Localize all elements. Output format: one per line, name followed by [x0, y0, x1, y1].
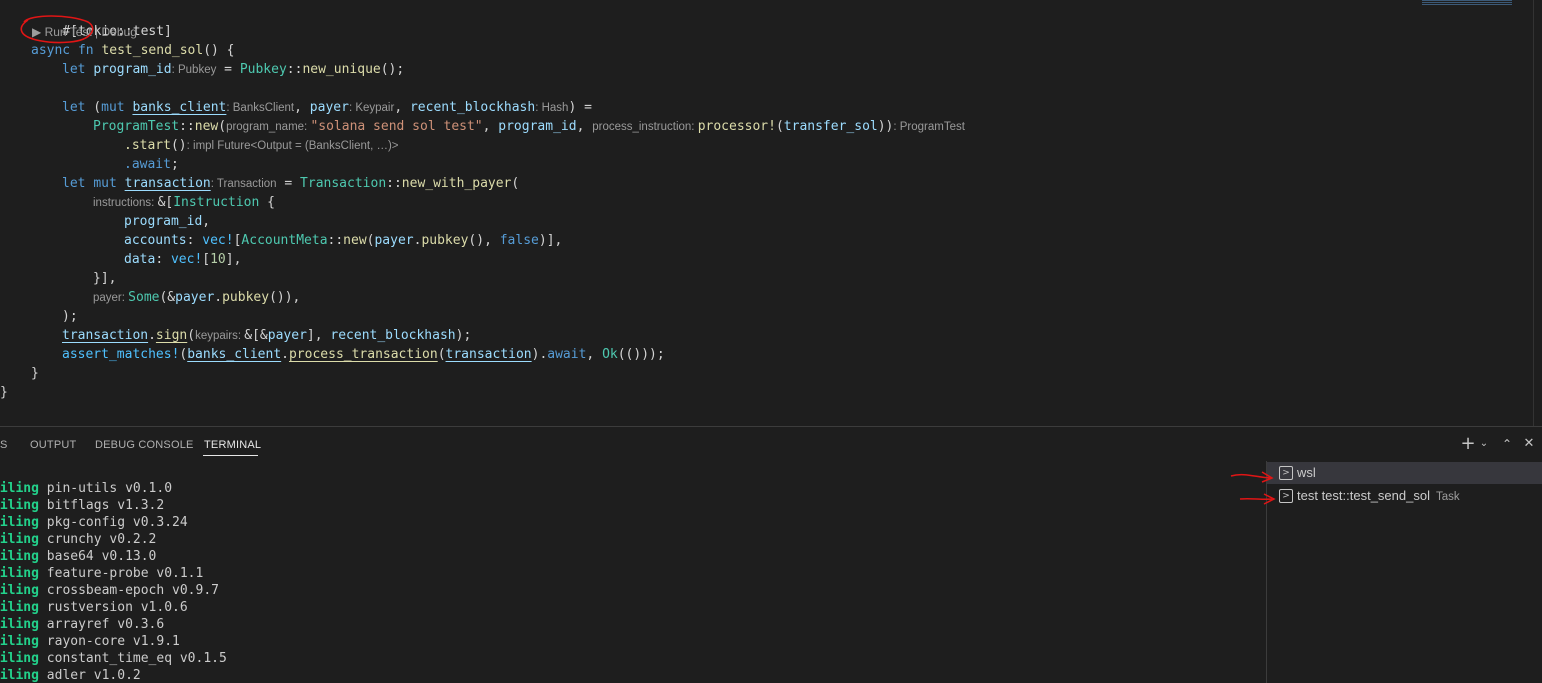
code-line: let program_id: Pubkey = Pubkey::new_uni…	[62, 62, 405, 77]
terminal-item-wsl[interactable]: > wsl	[1267, 462, 1542, 484]
terminal-item-desc: Task	[1435, 491, 1460, 503]
terminal-icon: >	[1279, 466, 1293, 480]
terminal-item-label: wsl	[1297, 465, 1316, 480]
code-line: program_id,	[124, 214, 211, 229]
editor-ruler	[1533, 0, 1534, 426]
panel-tabs: S OUTPUT DEBUG CONSOLE TERMINAL + ⌄ ⌃ ✕	[0, 427, 1542, 463]
code-line: data: vec![10],	[124, 252, 242, 267]
code-line: let mut transaction: Transaction = Trans…	[62, 176, 520, 191]
terminal-list: > wsl > test test::test_send_sol Task	[1266, 461, 1542, 683]
tab-terminal[interactable]: TERMINAL	[204, 439, 261, 451]
chevron-up-icon[interactable]: ⌃	[1498, 435, 1516, 453]
terminal-icon: >	[1279, 489, 1293, 503]
terminal-line: piling bitflags v1.3.2	[0, 498, 165, 513]
terminal-item-test-task[interactable]: > test test::test_send_sol Task	[1267, 485, 1542, 507]
code-line: instructions: &[Instruction {	[93, 195, 275, 210]
terminal-output[interactable]: piling pin-utils v0.1.0 piling bitflags …	[0, 477, 1265, 683]
terminal-line: piling pkg-config v0.3.24	[0, 515, 188, 530]
code-line: );	[62, 309, 78, 324]
terminal-line: piling rayon-core v1.9.1	[0, 634, 180, 649]
terminal-line: piling rustversion v1.0.6	[0, 600, 188, 615]
code-line: assert_matches!(banks_client.process_tra…	[62, 347, 665, 362]
terminal-item-label: test test::test_send_sol Task	[1297, 488, 1460, 503]
terminal-line: piling crunchy v0.2.2	[0, 532, 157, 547]
terminal-line: piling base64 v0.13.0	[0, 549, 157, 564]
code-line: ProgramTest::new(program_name: "solana s…	[93, 119, 965, 134]
terminal-line: piling feature-probe v0.1.1	[0, 566, 204, 581]
active-tab-indicator	[203, 455, 258, 456]
code-line-attribute: #[tokio::test]	[31, 3, 172, 39]
code-editor[interactable]: #[tokio::test] ▶ Run Test | Debug async …	[0, 0, 1542, 426]
code-line: }	[31, 366, 39, 381]
tab-output[interactable]: OUTPUT	[30, 439, 76, 451]
codelens-separator: |	[91, 25, 102, 39]
code-line: payer: Some(&payer.pubkey()),	[93, 290, 301, 305]
debug-link[interactable]: Debug	[102, 25, 137, 39]
chevron-down-icon[interactable]: ⌄	[1475, 435, 1493, 453]
code-line: }	[0, 385, 8, 400]
code-line: }],	[93, 271, 117, 286]
tab-problems[interactable]: S	[0, 439, 8, 451]
codelens: ▶ Run Test | Debug	[32, 24, 137, 40]
code-line: let (mut banks_client: BanksClient, paye…	[62, 100, 592, 115]
terminal-line: piling constant_time_eq v0.1.5	[0, 651, 227, 666]
minimap[interactable]	[1422, 0, 1512, 6]
bottom-panel: S OUTPUT DEBUG CONSOLE TERMINAL + ⌄ ⌃ ✕ …	[0, 426, 1542, 683]
terminal-line: piling arrayref v0.3.6	[0, 617, 165, 632]
code-line: transaction.sign(keypairs: &[&payer], re…	[62, 328, 472, 343]
terminal-line: piling pin-utils v0.1.0	[0, 481, 173, 496]
code-line: accounts: vec![AccountMeta::new(payer.pu…	[124, 233, 563, 248]
terminal-line: piling crossbeam-epoch v0.9.7	[0, 583, 219, 598]
terminal-line: piling adler v1.0.2	[0, 668, 141, 683]
code-line: .await;	[124, 157, 179, 172]
close-icon[interactable]: ✕	[1520, 435, 1538, 453]
tab-debug-console[interactable]: DEBUG CONSOLE	[95, 439, 194, 451]
run-test-link[interactable]: ▶ Run Test	[32, 25, 92, 39]
code-line: .start(): impl Future<Output = (BanksCli…	[124, 138, 399, 153]
code-line: async fn test_send_sol() {	[31, 43, 235, 58]
